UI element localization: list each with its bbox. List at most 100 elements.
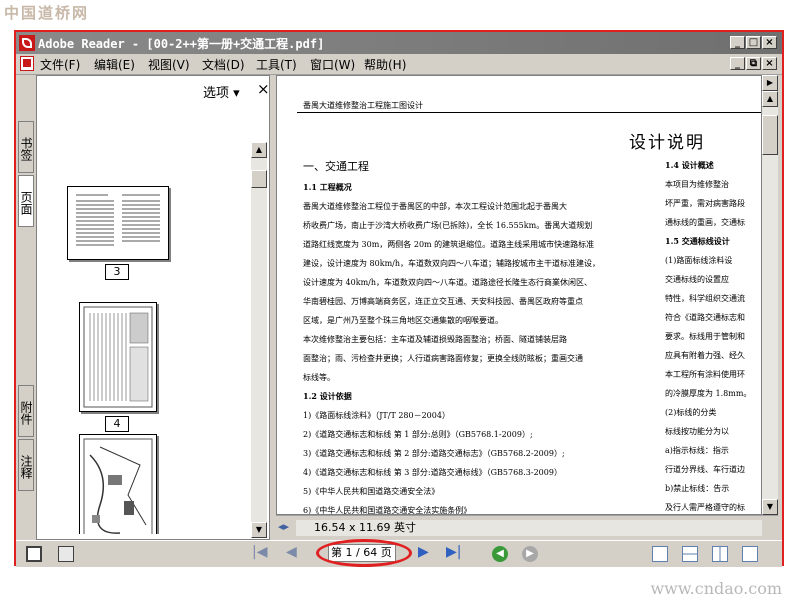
menu-help[interactable]: 帮助(H) [364, 56, 406, 73]
paragraph-line: 1)《路面标线涂料》（JT/T 280－2004） [303, 411, 450, 420]
paragraph-line: 设计速度为 40km/h，车道数双向四～八车道。道路途径长隆生态行商業休闲区、 [303, 278, 593, 287]
scroll-right-arrow[interactable]: ▶ [762, 75, 778, 91]
menu-tools[interactable]: 工具(T) [256, 56, 297, 73]
section-heading: 一、交通工程 [303, 160, 369, 173]
continuous-icon[interactable] [682, 546, 698, 562]
page-number-label: 4 [105, 416, 129, 432]
left-column: 一、交通工程 1.1 工程概况番禺大道维修整治工程位于番禺区的中部，本次工程设计范… [303, 156, 643, 515]
thumbnail-preview [76, 194, 160, 246]
section-heading: 1.5 交通标线设计 [665, 236, 730, 246]
paragraph-line: 要求。标线用于管制和 [665, 332, 745, 341]
tab-pages[interactable]: 页面 [18, 175, 34, 227]
paragraph-line: 应具有附着力强、经久 [665, 351, 745, 360]
paragraph-line: 的冷膜厚度为 1.8mm。 [665, 389, 752, 398]
panel-close-button[interactable]: × [257, 80, 270, 98]
scroll-thumb[interactable] [762, 115, 778, 155]
paragraph-line: 桥收费广场，南止于沙湾大桥收费广场(已拆除)，全长 16.555km。番禺大道规… [303, 221, 593, 230]
paragraph-line: 华南碧桂园、万博高端商务区，连正立交互通、天安科技园、番禺区政府等重点 [303, 297, 583, 306]
scroll-up-arrow[interactable]: ▲ [762, 91, 778, 107]
document-scrollbar[interactable]: ▶ ▲ ▼ [762, 75, 778, 515]
scroll-down-arrow[interactable]: ▼ [251, 522, 267, 538]
page-size-label: 16.54 x 11.69 英寸 [314, 521, 416, 534]
paragraph-line: 行道分界线、车行道边 [665, 465, 745, 474]
scroll-thumb[interactable] [251, 170, 267, 188]
last-page-icon[interactable]: ▶| [446, 544, 461, 560]
paragraph-line: 及行人需严格遵守的标 [665, 503, 745, 512]
options-menu-button[interactable]: 选项 ▾ [203, 82, 240, 101]
watermark-top: 中国道桥网 [4, 4, 90, 22]
paragraph-line: 4)《道路交通标志和标线 第 3 部分:道路交通标线》（GB5768.3-200… [303, 468, 562, 477]
paragraph-line: 坏严重，需对病害路段 [665, 199, 745, 208]
page-thumbnail[interactable] [79, 302, 157, 412]
paragraph-line: 6)《中华人民共和国道路交通安全法实施条例》 [303, 506, 472, 515]
tab-attachments[interactable]: 附件 [18, 385, 34, 437]
paragraph-line: 面整治；雨、污检查井更换；人行道病害路面修复；更换全线防眩板；重画交通 [303, 354, 583, 363]
paragraph-line: 2)《道路交通标志和标线 第 1 部分:总则》（GB5768.1-2009）; [303, 430, 533, 439]
menu-file[interactable]: 文件(F) [40, 56, 80, 73]
doc-close-button[interactable]: × [762, 57, 777, 70]
previous-page-icon[interactable]: ◀ [286, 544, 297, 560]
close-button[interactable]: × [762, 36, 777, 49]
doc-restore-button[interactable]: ⧉ [746, 57, 761, 70]
split-view-icon[interactable]: ◂▸ [278, 520, 294, 536]
paragraph-line: 番禺大道维修整治工程位于番禺区的中部，本次工程设计范围北起于番禺大 [303, 202, 567, 211]
minimize-button[interactable]: _ [730, 36, 745, 49]
paragraph-line: (2)标线的分类 [665, 408, 717, 417]
tab-comments[interactable]: 注释 [18, 439, 34, 491]
menu-document[interactable]: 文档(D) [202, 56, 245, 73]
go-back-icon[interactable]: ◀ [492, 546, 508, 562]
maximize-button[interactable]: □ [746, 36, 761, 49]
menu-window[interactable]: 窗口(W) [310, 56, 355, 73]
first-page-icon[interactable]: |◀ [252, 544, 267, 560]
paragraph-line: 本工程所有涂料使用环 [665, 370, 745, 379]
page-header: 番禺大道维修整治工程施工图设计 [303, 101, 423, 110]
thumbnail-list: 3 4 [43, 104, 249, 534]
thumbnail-scrollbar[interactable]: ▲ ▼ [251, 142, 267, 538]
section-heading: 1.1 工程概况 [303, 182, 352, 192]
right-column: 1.4 设计概述 本项目为维修整治 坏严重，需对病害路段 通标线的重画，交通标 1.5 … [665, 156, 761, 514]
navigation-tabs: 书签 页面 附件 注释 [16, 75, 36, 540]
watermark-bottom: www.cndao.com [650, 579, 782, 598]
paragraph-line: 3)《道路交通标志和标线 第 2 部分:道路交通标志》（GB5768.2-200… [303, 449, 565, 458]
page-thumbnail[interactable] [67, 186, 169, 260]
document-view[interactable]: 番禺大道维修整治工程施工图设计 设计说明 一、交通工程 1.1 工程概况 番禺大道维… [276, 75, 762, 515]
bottom-toolbar: |◀ ◀ 第 1 / 64 页 ▶ ▶| ◀ ▶ [16, 539, 782, 567]
paragraph-line: 标线等。 [303, 373, 335, 382]
paragraph-line: 交通标线的设置应 [665, 275, 729, 284]
paragraph-line: 5)《中华人民共和国道路交通安全法》 [303, 487, 440, 496]
paragraph-line: 区域，是广州乃至整个珠三角地区交通集散的咽喉要道。 [303, 316, 503, 325]
window-title: Adobe Reader - [00-2++第一册+交通工程.pdf] [38, 37, 325, 51]
scroll-up-arrow[interactable]: ▲ [251, 142, 267, 158]
page-number-label: 3 [105, 264, 129, 280]
paragraph-line: 本次维修整治主要包括：主车道及辅道损毁路面整治；桥面、隧道铺装层路 [303, 335, 567, 344]
go-forward-icon[interactable]: ▶ [522, 546, 538, 562]
doc-minimize-button[interactable]: _ [730, 57, 745, 70]
paragraph-line: a)指示标线：指示 [665, 446, 729, 455]
tab-bookmarks[interactable]: 书签 [18, 121, 34, 173]
single-page-icon[interactable] [652, 546, 668, 562]
paragraph-line: b)禁止标线：告示 [665, 484, 730, 493]
fullscreen-icon[interactable] [26, 546, 42, 562]
next-page-icon[interactable]: ▶ [418, 544, 429, 560]
print-icon[interactable] [58, 546, 74, 562]
thumbnail-preview [83, 438, 153, 534]
section-heading: 1.4 设计概述 [665, 160, 714, 170]
paragraph-line: 通标线的重画，交通标 [665, 218, 745, 227]
adobe-reader-icon [19, 35, 35, 51]
pdf-page: 番禺大道维修整治工程施工图设计 设计说明 一、交通工程 1.1 工程概况 番禺大道维… [277, 76, 761, 514]
scroll-down-arrow[interactable]: ▼ [762, 499, 778, 515]
pages-panel: 选项 ▾ × 3 4 ▲ ▼ [36, 75, 270, 540]
thumbnail-preview [83, 306, 153, 408]
facing-icon[interactable] [712, 546, 728, 562]
continuous-facing-icon[interactable] [742, 546, 758, 562]
menu-view[interactable]: 视图(V) [148, 56, 190, 73]
menu-edit[interactable]: 编辑(E) [94, 56, 135, 73]
document-icon[interactable] [20, 56, 34, 71]
title-bar: Adobe Reader - [00-2++第一册+交通工程.pdf] _ □ … [16, 32, 782, 54]
document-status-bar: ◂▸ 16.54 x 11.69 英寸 [276, 515, 778, 541]
section-heading: 1.2 设计依据 [303, 391, 352, 401]
highlight-oval [316, 539, 412, 567]
paragraph-line: 建设，设计速度为 80km/h，车道数双向四～八车道；辅路按城市主干道标准建设， [303, 259, 601, 268]
page-thumbnail[interactable] [79, 434, 157, 534]
paragraph-line: 特性，科学组织交通流 [665, 294, 745, 303]
